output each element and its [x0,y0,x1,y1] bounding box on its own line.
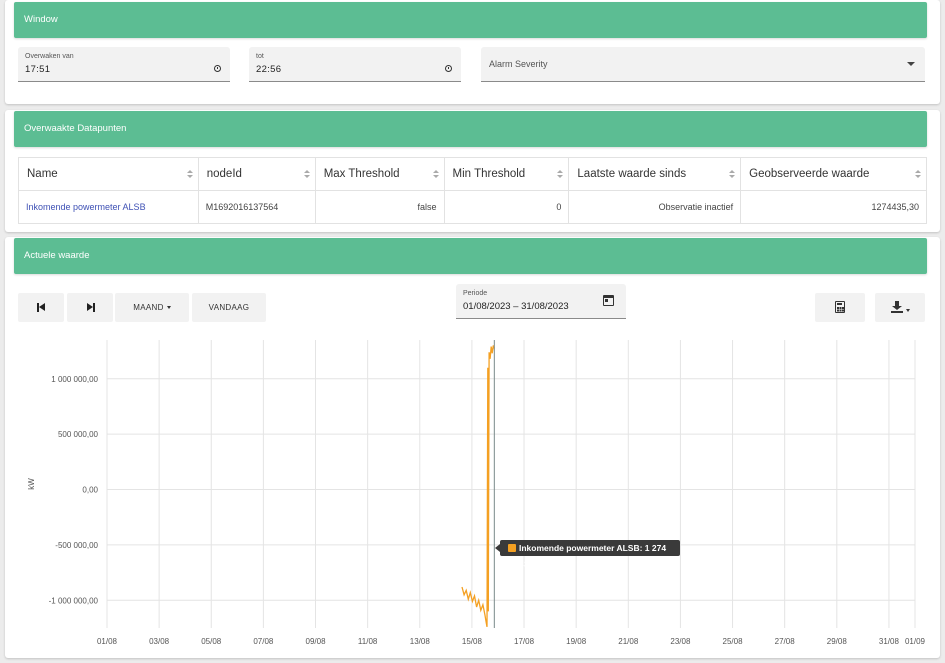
x-tick-label: 11/08 [358,637,378,646]
x-tick-label: 17/08 [514,637,535,646]
y-tick-label: -1 000 000,00 [49,596,99,605]
x-tick-label: 07/08 [253,637,274,646]
y-tick-label: 0,00 [82,486,98,495]
y-tick-label: 1 000 000,00 [51,375,98,384]
x-tick-label: 21/08 [618,637,639,646]
line-chart: 01/08 03/08 05/08 07/08 09/08 11/08 13/08 15/08… [27,340,926,646]
x-tick-label: 05/08 [201,637,222,646]
x-tick-label: 01/09 [905,637,926,646]
x-tick-label: 27/08 [775,637,796,646]
y-tick-label: 500 000,00 [58,430,99,439]
chart-tooltip: Inkomende powermeter ALSB: 1 274 435,30 [495,540,680,569]
x-tick-label: 19/08 [566,637,587,646]
x-tick-label: 31/08 [879,637,900,646]
x-tick-label: 03/08 [149,637,170,646]
x-tick-label: 09/08 [306,637,327,646]
y-tick-label: -500 000,00 [55,541,98,550]
series-swatch [508,544,516,552]
x-tick-label: 29/08 [827,637,848,646]
y-axis-label: kW [27,478,36,490]
x-tick-label: 15/08 [462,637,483,646]
series-line [461,345,495,628]
x-tick-label: 25/08 [723,637,744,646]
x-tick-label: 23/08 [670,637,691,646]
x-tick-label: 01/08 [97,637,118,646]
x-tick-label: 13/08 [410,637,431,646]
